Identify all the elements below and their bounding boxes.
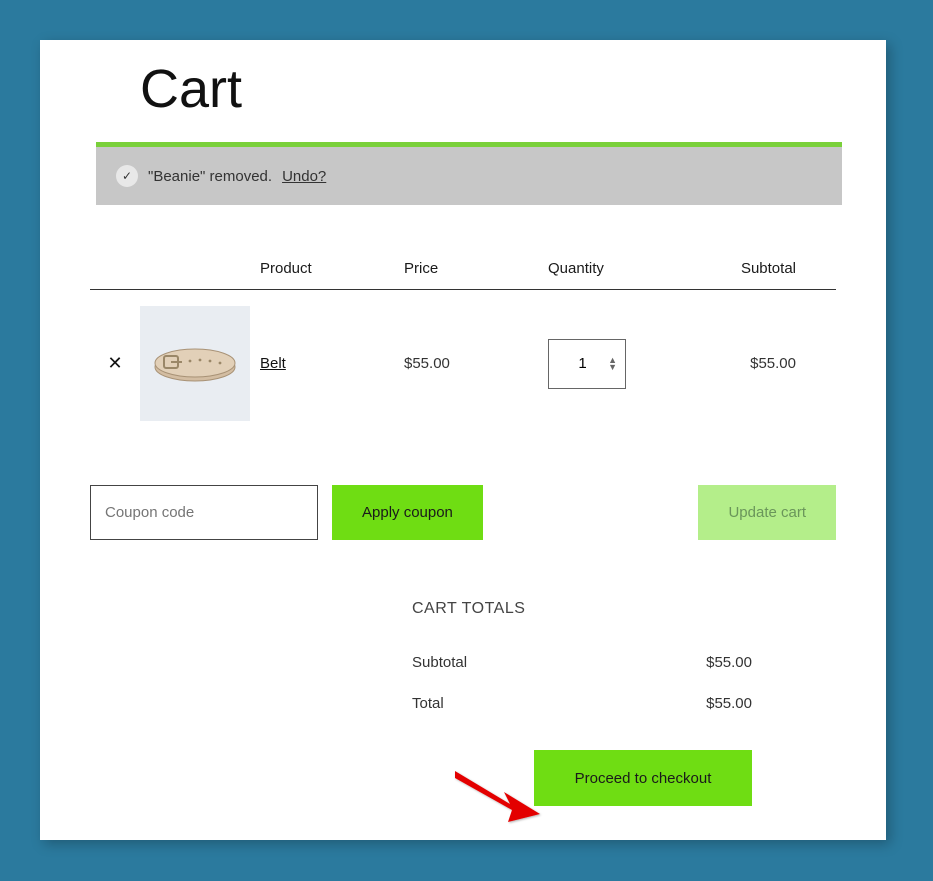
quantity-stepper[interactable]: 1 ▲ ▼ — [548, 339, 626, 389]
notice-text: "Beanie" removed. — [148, 168, 272, 185]
page-title: Cart — [140, 58, 836, 120]
remove-item-button[interactable]: ✕ — [90, 353, 140, 374]
stepper-arrows[interactable]: ▲ ▼ — [608, 357, 617, 371]
subtotal-value: $55.00 — [706, 654, 752, 671]
quantity-value: 1 — [557, 355, 608, 372]
check-icon: ✓ — [116, 165, 138, 187]
cart-notice: ✓ "Beanie" removed. Undo? — [96, 147, 842, 205]
chevron-down-icon: ▼ — [608, 364, 617, 371]
proceed-to-checkout-button[interactable]: Proceed to checkout — [534, 750, 752, 806]
totals-title: CART TOTALS — [412, 600, 752, 618]
undo-link[interactable]: Undo? — [282, 168, 326, 185]
cart-page: Cart ✓ "Beanie" removed. Undo? Product P… — [40, 40, 886, 840]
totals-total-row: Total $55.00 — [412, 683, 752, 724]
product-link[interactable]: Belt — [260, 355, 404, 372]
close-icon: ✕ — [107, 353, 122, 373]
notice-container: ✓ "Beanie" removed. Undo? — [96, 142, 842, 205]
coupon-input-wrap — [90, 485, 318, 540]
cart-totals: CART TOTALS Subtotal $55.00 Total $55.00… — [412, 600, 752, 806]
total-value: $55.00 — [706, 695, 752, 712]
belt-icon — [150, 339, 240, 389]
product-thumbnail[interactable] — [140, 306, 250, 421]
col-subtotal: Subtotal — [692, 260, 836, 277]
update-cart-button[interactable]: Update cart — [698, 485, 836, 540]
total-label: Total — [412, 695, 444, 712]
table-row: ✕ Belt $55.00 1 — [90, 290, 836, 437]
item-price: $55.00 — [404, 355, 548, 372]
checkout-wrap: Proceed to checkout — [412, 750, 752, 806]
subtotal-label: Subtotal — [412, 654, 467, 671]
item-subtotal: $55.00 — [692, 355, 836, 372]
totals-subtotal-row: Subtotal $55.00 — [412, 642, 752, 683]
col-quantity: Quantity — [548, 260, 692, 277]
apply-coupon-button[interactable]: Apply coupon — [332, 485, 483, 540]
cart-table: Product Price Quantity Subtotal ✕ — [90, 260, 836, 437]
table-header: Product Price Quantity Subtotal — [90, 260, 836, 290]
cart-actions: Apply coupon Update cart — [90, 485, 836, 540]
coupon-input[interactable] — [105, 504, 303, 521]
col-price: Price — [404, 260, 548, 277]
col-product: Product — [260, 260, 404, 277]
